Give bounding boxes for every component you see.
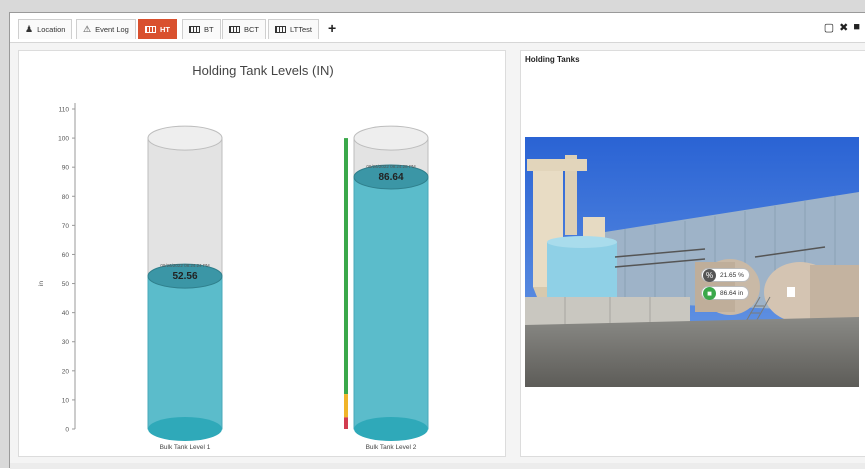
site-photo-illustration: [525, 137, 859, 387]
y-tick-label: 70: [62, 223, 70, 230]
lock-icon[interactable]: ■: [853, 21, 860, 34]
y-tick-label: 0: [65, 427, 69, 434]
monitor-icon[interactable]: ▢: [824, 21, 834, 34]
tab-label: HT: [160, 25, 170, 34]
screen-frame: ♟ Location ⚠ Event Log HT BT BCT LTTest …: [0, 0, 865, 469]
level-inches-badge[interactable]: ■ 86.64 in: [701, 286, 750, 300]
tank-bottom: [148, 417, 222, 441]
tab-location[interactable]: ♟ Location: [18, 19, 73, 39]
tab-ht[interactable]: HT: [138, 19, 177, 39]
y-tick-label: 110: [59, 107, 70, 114]
window-controls: ▢ ✖ ■: [824, 21, 860, 34]
level-inches-value: 86.64 in: [720, 289, 744, 297]
tab-label: LTTest: [290, 25, 312, 34]
tank-top: [353, 125, 429, 151]
y-tick-label: 40: [62, 310, 70, 317]
tank-icon: [189, 26, 200, 33]
panel-title: Holding Tanks: [525, 55, 580, 64]
tank-bottom: [354, 417, 428, 441]
person-pin-icon: ♟: [25, 24, 34, 34]
tab-bar: ♟ Location ⚠ Event Log HT BT BCT LTTest …: [10, 13, 865, 43]
tank-icon: [275, 26, 286, 33]
tab-lttest[interactable]: LTTest: [268, 19, 319, 39]
tab-label: Location: [37, 25, 66, 34]
tank-value-label: 86.64: [378, 172, 403, 183]
tank-liquid-bar: [353, 176, 429, 430]
percent-icon: %: [703, 268, 716, 282]
tank-icon: [145, 26, 156, 33]
level-percent-value: 21.65 %: [720, 271, 744, 279]
tank-category-label: Bulk Tank Level 1: [160, 444, 211, 451]
gauge-red-segment: [344, 417, 348, 429]
y-tick-label: 30: [62, 339, 70, 346]
tank-top: [147, 125, 223, 151]
chart-title: Holding Tank Levels (IN): [192, 63, 334, 78]
holding-tanks-photo: % 21.65 % ■ 86.64 in: [525, 137, 859, 387]
y-tick-label: 80: [62, 194, 70, 201]
tab-event-log[interactable]: ⚠ Event Log: [76, 19, 136, 39]
y-axis-label: in: [38, 281, 45, 286]
tank-icon: [229, 26, 240, 33]
tab-label: BT: [204, 25, 214, 34]
tab-label: BCT: [244, 25, 259, 34]
y-tick-label: 100: [58, 136, 69, 143]
y-tick-label: 60: [62, 252, 70, 259]
dashboard-window: ♟ Location ⚠ Event Log HT BT BCT LTTest …: [9, 12, 865, 469]
tab-label: Event Log: [95, 25, 129, 34]
tank-category-label: Bulk Tank Level 2: [366, 444, 417, 451]
tank-levels-panel: Holding Tank Levels (IN) 0 10 20 30 40 50 60 70…: [18, 50, 506, 457]
tank-level-chart: 0 10 20 30 40 50 60 70 80 90 100 110 in 09/26/2022 08…: [38, 103, 429, 451]
tank-timestamp: 09/26/2022 08:24:28 PM: [366, 164, 416, 169]
gauge-green-segment: [344, 138, 348, 395]
tank-gauge-icon: ■: [703, 286, 716, 300]
y-tick-label: 20: [62, 368, 70, 375]
tab-bt[interactable]: BT: [182, 19, 221, 39]
add-tab-button[interactable]: +: [328, 20, 336, 36]
y-tick-label: 10: [62, 397, 70, 404]
gauge-yellow-segment: [344, 394, 348, 418]
level-percent-badge[interactable]: % 21.65 %: [701, 268, 750, 282]
tank-value-label: 52.56: [172, 271, 197, 282]
holding-tanks-panel: Holding Tanks % 21.65 % ■ 86.64 in: [520, 50, 865, 457]
footer-bar: [10, 463, 865, 469]
tank-liquid-bar: [147, 275, 223, 430]
tank-timestamp: 09/26/2022 08:24:24 PM: [160, 263, 210, 268]
tab-bct[interactable]: BCT: [222, 19, 266, 39]
fullscreen-icon[interactable]: ✖: [839, 21, 848, 34]
warning-icon: ⚠: [83, 24, 92, 34]
y-tick-label: 50: [62, 281, 70, 288]
y-tick-label: 90: [62, 165, 70, 172]
